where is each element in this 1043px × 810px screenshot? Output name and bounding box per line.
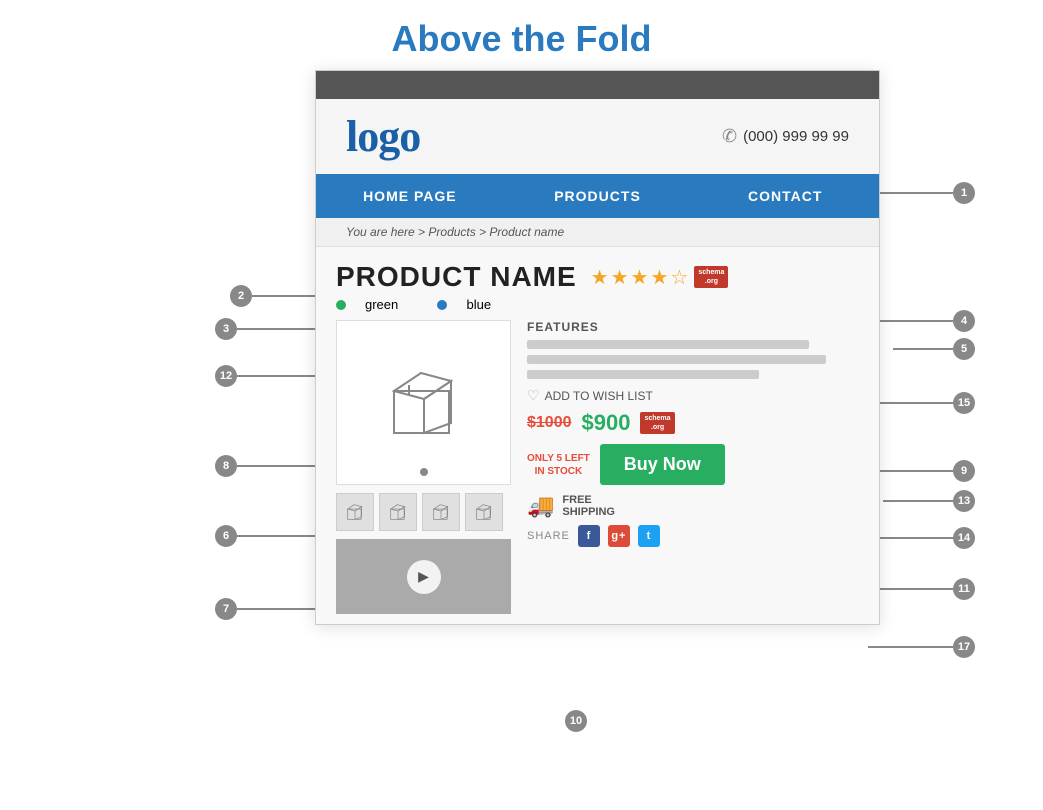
color-dot-blue [437, 300, 447, 310]
share-label: SHARE [527, 530, 570, 542]
price-row: $1000 $900 schema .org [527, 410, 859, 436]
annotation-2: 2 [230, 285, 252, 307]
stars-area: ★★★★☆ schema .org [591, 265, 729, 290]
product-image[interactable] [336, 320, 511, 485]
phone-area: ✆ (000) 999 99 99 [722, 126, 849, 147]
product-left: ▶ [336, 320, 511, 614]
share-row: SHARE f g+ t [527, 525, 859, 547]
stars: ★★★★☆ [591, 265, 691, 290]
twitter-icon[interactable]: t [638, 525, 660, 547]
product-right: FEATURES ♡ ADD TO WISH LIST $1000 $900 [527, 320, 859, 547]
feature-line-3 [527, 370, 759, 379]
buy-row: ONLY 5 LEFTIN STOCK Buy Now [527, 444, 859, 485]
feature-line-1 [527, 340, 809, 349]
facebook-icon[interactable]: f [578, 525, 600, 547]
product-box-icon [379, 363, 469, 443]
product-name: PRODUCT NAME [336, 261, 577, 293]
features-title: FEATURES [527, 320, 859, 334]
shipping-row: 🚚 FREESHIPPING [527, 493, 859, 519]
ann-line-8 [237, 465, 317, 467]
heart-icon: ♡ [527, 387, 540, 404]
breadcrumb: You are here > Products > Product name [316, 218, 879, 247]
ann-line-13 [883, 500, 953, 502]
logo: logo [346, 111, 420, 162]
top-bar [316, 71, 879, 99]
ann-line-6 [237, 535, 317, 537]
phone-icon: ✆ [722, 126, 737, 147]
ann-line-5 [893, 348, 953, 350]
nav-item-home[interactable]: HOME PAGE [316, 174, 504, 218]
page-title: Above the Fold [0, 0, 1043, 70]
annotation-4: 4 [953, 310, 975, 332]
color-label-blue: blue [466, 297, 491, 312]
color-options: green blue [336, 297, 859, 312]
ann-line-2 [252, 295, 320, 297]
ann-line-7 [237, 608, 317, 610]
annotation-14: 14 [953, 527, 975, 549]
play-button[interactable]: ▶ [407, 560, 441, 594]
thumbnail-1[interactable] [336, 493, 374, 531]
annotation-17: 17 [953, 636, 975, 658]
annotation-15: 15 [953, 392, 975, 414]
nav-item-contact[interactable]: CONTACT [691, 174, 879, 218]
ann-line-3 [237, 328, 317, 330]
color-dot-green [336, 300, 346, 310]
price-old: $1000 [527, 414, 572, 432]
annotation-9: 9 [953, 460, 975, 482]
annotation-1: 1 [953, 182, 975, 204]
googleplus-icon[interactable]: g+ [608, 525, 630, 547]
annotation-13: 13 [953, 490, 975, 512]
annotation-8: 8 [215, 455, 237, 477]
feature-line-2 [527, 355, 826, 364]
thumbnail-3[interactable] [422, 493, 460, 531]
site-header: logo ✆ (000) 999 99 99 [316, 99, 879, 174]
product-section: PRODUCT NAME ★★★★☆ schema .org green b [316, 247, 879, 624]
ann-line-17 [868, 646, 953, 648]
price-new: $900 [582, 410, 631, 436]
thumbnail-row [336, 493, 511, 531]
image-dot [420, 468, 428, 476]
annotation-11: 11 [953, 578, 975, 600]
annotation-5: 5 [953, 338, 975, 360]
stock-text: ONLY 5 LEFTIN STOCK [527, 452, 590, 478]
annotation-7: 7 [215, 598, 237, 620]
annotation-6: 6 [215, 525, 237, 547]
wishlist-row[interactable]: ♡ ADD TO WISH LIST [527, 387, 859, 404]
schema-badge-price: schema .org [640, 412, 674, 434]
truck-icon: 🚚 [527, 493, 554, 519]
video-box[interactable]: ▶ [336, 539, 511, 614]
buy-now-button[interactable]: Buy Now [600, 444, 725, 485]
shipping-text: FREESHIPPING [562, 494, 615, 518]
phone-number: (000) 999 99 99 [743, 128, 849, 145]
annotation-12: 12 [215, 365, 237, 387]
nav-item-products[interactable]: PRODUCTS [504, 174, 692, 218]
ann-line-12 [237, 375, 317, 377]
color-label-green: green [365, 297, 398, 312]
thumbnail-4[interactable] [465, 493, 503, 531]
wishlist-label[interactable]: ADD TO WISH LIST [545, 389, 653, 403]
product-main: ▶ FEATURES ♡ ADD TO WISH LIST [336, 320, 859, 614]
thumbnail-2[interactable] [379, 493, 417, 531]
nav-bar[interactable]: HOME PAGE PRODUCTS CONTACT [316, 174, 879, 218]
schema-badge-stars: schema .org [694, 266, 728, 288]
annotation-10: 10 [565, 710, 587, 732]
annotation-3: 3 [215, 318, 237, 340]
